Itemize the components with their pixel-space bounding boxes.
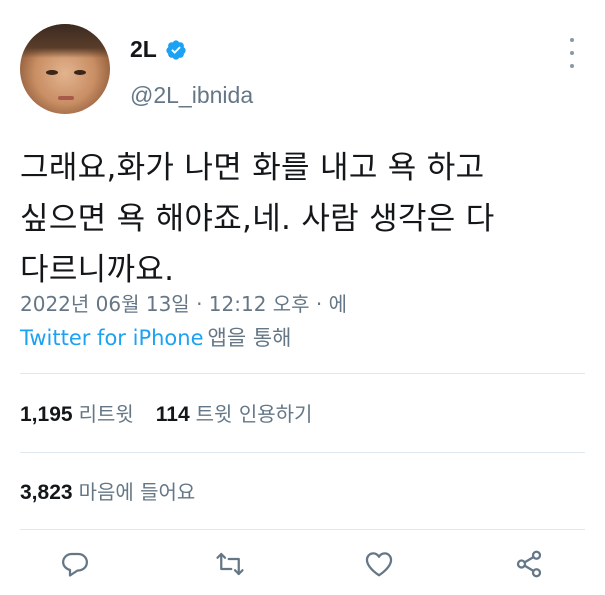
tweet-text-line: 싶으면 욕 해야죠,네. 사람 생각은 다 [20, 201, 495, 237]
tweet-source-link[interactable]: Twitter for iPhone [20, 326, 204, 350]
retweet-stats-row: 1,195 리트윗 114 트윗 인용하기 [20, 398, 312, 427]
retweet-button[interactable] [212, 546, 248, 582]
likes-label: 마음에 들어요 [78, 480, 196, 504]
like-button[interactable] [361, 546, 397, 582]
retweet-icon [216, 552, 244, 576]
retweets-label: 리트윗 [78, 402, 134, 426]
more-vertical-icon[interactable] [564, 38, 580, 68]
quotes-stat[interactable]: 114 트윗 인용하기 [156, 402, 313, 426]
user-name-row[interactable]: 2L [130, 36, 187, 63]
likes-stat[interactable]: 3,823 마음에 들어요 [20, 480, 195, 504]
share-icon [516, 550, 542, 578]
avatar-mouth [58, 96, 74, 100]
divider [20, 529, 585, 530]
more-dot [570, 51, 574, 55]
share-button[interactable] [511, 546, 547, 582]
verified-badge-icon [166, 39, 186, 60]
reply-button[interactable] [57, 546, 93, 582]
display-name[interactable]: 2L [130, 36, 157, 63]
heart-icon [365, 552, 393, 577]
tweet-detail: 2L @2L_ibnida 그래요,화가 나면 화를 내고 욕 하고 싶으면 욕… [0, 0, 605, 595]
avatar-eye [74, 70, 86, 75]
likes-stats-row: 3,823 마음에 들어요 [20, 476, 195, 505]
avatar-eye [46, 70, 58, 75]
quotes-count: 114 [155, 403, 190, 426]
retweets-count: 1,195 [20, 403, 73, 426]
tweet-text-line: 그래요,화가 나면 화를 내고 욕 하고 [20, 150, 485, 186]
avatar[interactable] [20, 24, 110, 114]
avatar-hair [20, 24, 110, 58]
likes-count: 3,823 [20, 481, 73, 504]
divider [20, 452, 585, 453]
tweet-text: 그래요,화가 나면 화를 내고 욕 하고 싶으면 욕 해야죠,네. 사람 생각은… [20, 143, 590, 296]
quotes-label: 트윗 인용하기 [195, 402, 313, 426]
retweets-stat[interactable]: 1,195 리트윗 [20, 402, 134, 426]
tweet-actions [0, 540, 605, 590]
tweet-source-suffix: 앱을 통해 [207, 326, 292, 350]
reply-icon [62, 552, 88, 577]
user-handle[interactable]: @2L_ibnida [130, 82, 253, 109]
tweet-source-row: Twitter for iPhone 앱을 통해 [20, 322, 291, 352]
divider [20, 373, 585, 374]
more-dot [570, 64, 574, 68]
more-dot [570, 38, 574, 42]
tweet-timestamp[interactable]: 2022년 06월 13일 · 12:12 오후 · 에 [20, 288, 347, 317]
